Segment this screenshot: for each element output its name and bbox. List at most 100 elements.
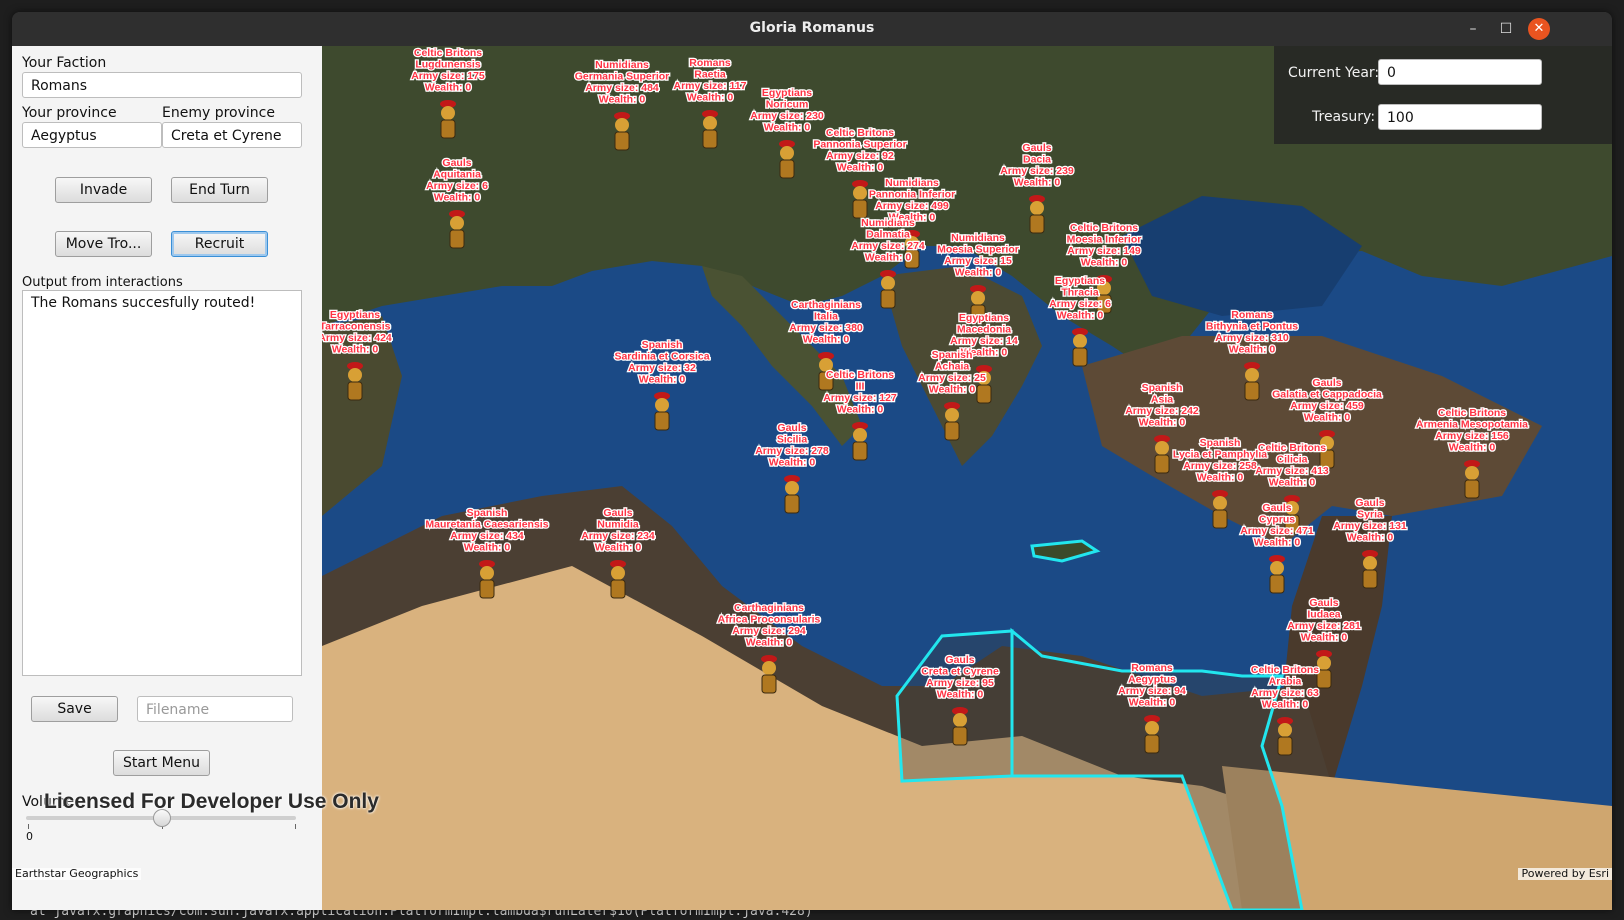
enemy-province-field[interactable]: Creta et Cyrene: [162, 122, 302, 148]
province-label-line: Creta et Cyrene: [921, 666, 999, 678]
invade-button[interactable]: Invade: [55, 177, 152, 203]
treasury-field[interactable]: 100: [1378, 104, 1542, 130]
province-label-line: Egyptians: [959, 312, 1009, 324]
province-label-line: Army size: 499: [875, 200, 949, 212]
province-label-line: Celtic Britons: [826, 127, 894, 139]
province-label-line: Dacia: [1023, 154, 1051, 166]
end-turn-button[interactable]: End Turn: [171, 177, 268, 203]
map-view[interactable]: Celtic Britons Lugdunensis Army size: 175 W…: [322, 46, 1612, 910]
province-label-line: Noricum: [766, 99, 809, 111]
province-label-line: Numidians: [885, 177, 939, 189]
province-label-line: Romans: [689, 57, 731, 69]
province-label-line: Iudaea: [1307, 609, 1340, 621]
your-province-label: Your province: [22, 105, 117, 121]
window-title: Gloria Romanus: [749, 20, 875, 36]
province-label-line: Wealth: 0: [1269, 477, 1316, 489]
province-label-line: Numidians: [595, 59, 649, 71]
province-label-line: Pannonia Superior: [813, 139, 906, 151]
province-label-line: Aegyptus: [1128, 674, 1176, 686]
province-label-line: Arabia: [1269, 676, 1302, 688]
province-label-line: Wealth: 0: [1129, 697, 1176, 709]
province-label-line: Army size: 239: [1000, 165, 1074, 177]
province-label-line: Army size: 156: [1435, 430, 1509, 442]
province-label-line: Germania Superior: [575, 71, 670, 83]
province-label-line: Army size: 234: [581, 530, 655, 542]
province-label-line: Numidia: [597, 519, 639, 531]
enemy-province-label: Enemy province: [162, 105, 275, 121]
province-label-line: Carthaginians: [734, 602, 804, 614]
province-label-line: Army size: 14: [950, 335, 1018, 347]
province-label-line: Armenia Mesopotamia: [1416, 419, 1528, 431]
province-label-line: Army size: 278: [755, 445, 829, 457]
province-label: Egyptians Thracia Army size: 6 Wealth: 0: [1049, 275, 1111, 322]
province-label-line: Army size: 274: [851, 240, 925, 252]
province-label-line: Wealth: 0: [464, 542, 511, 554]
current-year-field[interactable]: 0: [1378, 59, 1542, 85]
province-label-line: Dalmatia: [866, 229, 910, 241]
faction-field[interactable]: Romans: [22, 72, 302, 98]
map-svg[interactable]: Celtic Britons Lugdunensis Army size: 175 W…: [322, 46, 1612, 910]
province-label-line: Sicilia: [777, 434, 808, 446]
province-label-line: Army size: 63: [1251, 687, 1319, 699]
province-label-line: Wealth: 0: [837, 162, 884, 174]
province-label-line: Army size: 149: [1067, 245, 1141, 257]
your-province-field[interactable]: Aegyptus: [22, 122, 162, 148]
province-label-line: Italia: [814, 311, 838, 323]
province-label-line: Wealth: 0: [1229, 344, 1276, 356]
province-label-line: Romans: [1131, 662, 1173, 674]
province-label-line: Achaia: [935, 361, 970, 373]
province-label-line: Celtic Britons: [1438, 407, 1506, 419]
province-label-line: Wealth: 0: [764, 122, 811, 134]
start-menu-button[interactable]: Start Menu: [113, 750, 210, 776]
filename-input[interactable]: Filename: [137, 696, 293, 722]
minimize-icon[interactable]: –: [1462, 18, 1484, 40]
maximize-icon[interactable]: ☐: [1495, 18, 1517, 40]
province-label-line: Cilicia: [1277, 454, 1308, 466]
province-label-line: Army size: 424: [322, 332, 392, 344]
output-textarea[interactable]: The Romans succesfully routed!: [22, 290, 302, 676]
province-label-line: Syria: [1357, 509, 1383, 521]
current-year-label: Current Year:: [1288, 65, 1380, 81]
province-label-line: Thracia: [1061, 287, 1099, 299]
province-label-line: Wealth: 0: [1139, 417, 1186, 429]
province-label-line: Gauls: [603, 507, 632, 519]
province-label-line: Gauls: [1312, 377, 1341, 389]
province-label-line: Army size: 117: [674, 80, 747, 92]
faction-label: Your Faction: [22, 55, 107, 71]
move-troops-button[interactable]: Move Tro...: [55, 231, 152, 257]
province-label-line: Army size: 258: [1183, 460, 1257, 472]
province-label-line: Wealth: 0: [595, 542, 642, 554]
province-label-line: Army size: 175: [411, 70, 485, 82]
province-label-line: Lycia et Pamphylia: [1173, 449, 1267, 461]
province-label-line: Wealth: 0: [929, 384, 976, 396]
province-label-line: Army size: 25: [918, 372, 986, 384]
recruit-button[interactable]: Recruit: [171, 231, 268, 257]
province-label-line: Wealth: 0: [1014, 177, 1061, 189]
province-label-line: Wealth: 0: [769, 457, 816, 469]
app-window: Gloria Romanus – ☐ ✕ Your Faction Romans…: [12, 12, 1612, 910]
license-watermark: Licensed For Developer Use Only: [44, 790, 379, 813]
province-label-line: Gauls: [1309, 597, 1338, 609]
province-label-line: Wealth: 0: [746, 637, 793, 649]
province-label-line: Gauls: [1355, 497, 1384, 509]
province-label-line: Wealth: 0: [425, 82, 472, 94]
province-label-line: Gauls: [777, 422, 806, 434]
province-label-line: Raetia: [694, 69, 726, 81]
save-button[interactable]: Save: [31, 696, 118, 722]
province-label-line: Spanish: [932, 349, 973, 361]
close-icon[interactable]: ✕: [1528, 18, 1550, 40]
province-label-line: Sardinia et Corsica: [614, 351, 709, 363]
attribution-left: Earthstar Geographics: [12, 868, 142, 880]
province-label-line: Wealth: 0: [1347, 532, 1394, 544]
province-label-line: Wealth: 0: [434, 192, 481, 204]
province-label-line: Wealth: 0: [639, 374, 686, 386]
province-label-line: Wealth: 0: [1081, 257, 1128, 269]
province-label-line: Army size: 94: [1118, 685, 1186, 697]
province-label-line: Army size: 459: [1290, 400, 1364, 412]
province-label-line: Army size: 484: [585, 82, 659, 94]
province-label-line: Wealth: 0: [803, 334, 850, 346]
province-label-line: Wealth: 0: [1301, 632, 1348, 644]
province-label-line: Wealth: 0: [1304, 412, 1351, 424]
province-label-line: Celtic Britons: [414, 47, 482, 59]
attribution-right: Powered by Esri: [1518, 868, 1612, 880]
